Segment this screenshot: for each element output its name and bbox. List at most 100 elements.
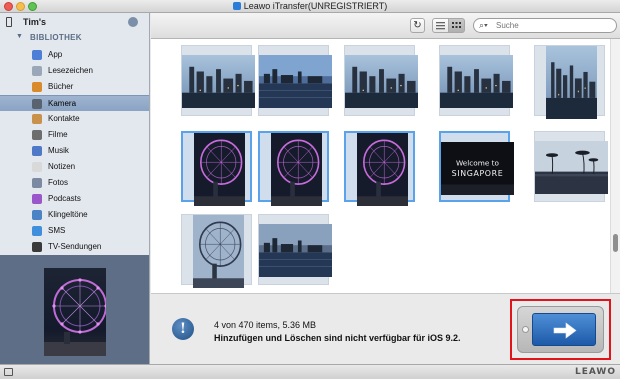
device-row[interactable]: Tim's [0,14,149,31]
grid-view-button[interactable] [448,18,465,33]
preview-pane [0,255,150,364]
library-section-label: BIBLIOTHEK [30,33,82,42]
sidebar-item-label: Notizen [48,162,76,171]
status-message: Hinzufügen und Löschen sind nicht verfüg… [214,333,461,343]
app-store-icon [32,50,42,60]
status-panel: ! 4 von 470 items, 5.36 MB Hinzufügen un… [151,293,620,364]
sidebar-item-tv[interactable]: TV-Sendungen [0,239,149,255]
refresh-icon: ↻ [413,20,422,31]
sidebar-item-film[interactable]: Filme [0,127,149,143]
sidebar-item-message[interactable]: SMS [0,223,149,239]
brand-logo: LEAWO [574,367,616,377]
photo-image [535,141,608,194]
sidebar-item-label: Kontakte [48,114,80,123]
sidebar-item-camera[interactable]: Kamera [0,95,149,111]
photo-image [546,46,597,119]
transfer-button[interactable] [532,313,596,346]
search-field[interactable]: ⌕▾ [473,18,617,33]
sidebar-item-music[interactable]: Musik [0,143,149,159]
refresh-button[interactable]: ↻ [410,18,425,33]
app-logo-icon [232,2,241,10]
photo-thumbnail[interactable] [258,45,332,116]
sidebar: Tim's ▼ BIBLIOTHEK App Lesezeichen Bücher K… [0,13,150,255]
sidebar-item-label: Fotos [48,178,69,187]
photo-image [194,133,245,206]
camera-icon [32,99,42,109]
library-section-header[interactable]: ▼ BIBLIOTHEK [0,31,149,45]
scrollbar-thumb[interactable] [613,234,618,252]
podcast-icon [32,194,42,204]
notes-icon [32,162,42,172]
eject-icon[interactable] [128,17,138,27]
photo-thumbnail[interactable] [344,45,418,116]
sidebar-item-book[interactable]: Bücher [0,79,149,95]
photo-image [182,55,255,108]
bookmark-icon [32,66,42,76]
grid-scrollbar[interactable] [610,39,620,293]
photo-image [259,224,332,277]
photo-image [357,133,408,206]
sidebar-item-label: Lesezeichen [48,66,93,75]
photo-grid: Welcome to SINGAPORE [151,39,610,293]
sidebar-item-label: Klingeltöne [48,210,88,219]
photo-image [440,55,513,108]
sidebar-item-label: TV-Sendungen [48,242,102,251]
photo-thumbnail[interactable] [181,131,252,206]
sidebar-item-ringtone[interactable]: Klingeltöne [0,207,149,223]
photo-thumbnail[interactable] [181,214,252,288]
sidebar-item-contacts[interactable]: Kontakte [0,111,149,127]
contacts-icon [32,114,42,124]
photo-thumbnail[interactable] [534,131,608,202]
sign-text-line2: SINGAPORE [452,169,504,178]
photo-image [193,215,244,288]
sidebar-item-podcast[interactable]: Podcasts [0,191,149,207]
photo-image [345,55,418,108]
photo-thumbnail[interactable] [344,131,415,206]
sidebar-item-label: Bücher [48,82,74,91]
close-window-button[interactable] [4,2,13,11]
photo-thumbnail[interactable] [534,45,605,119]
iphone-icon [6,17,12,27]
sidebar-item-label: Musik [48,146,69,155]
sidebar-item-bookmark[interactable]: Lesezeichen [0,63,149,79]
title-bar: Leawo iTransfer(UNREGISTRIERT) [0,0,620,13]
grid-view-icon [452,22,461,28]
photo-thumbnail[interactable] [181,45,255,116]
list-view-button[interactable] [432,18,449,33]
sidebar-item-label: App [48,50,63,59]
photo-image [259,55,332,108]
sidebar-item-label: Podcasts [48,194,81,203]
sidebar-item-notes[interactable]: Notizen [0,159,149,175]
photo-image: Welcome to SINGAPORE [441,142,514,195]
maximize-window-button[interactable] [28,2,37,11]
music-icon [32,146,42,156]
photo-thumbnail[interactable] [258,214,332,285]
photo-thumbnail[interactable] [258,131,329,206]
arrow-right-icon [553,322,577,339]
sign-text-line1: Welcome to [456,159,499,168]
list-view-icon [436,22,445,30]
photo-thumbnail[interactable]: Welcome to SINGAPORE [439,131,514,202]
sidebar-item-label: Kamera [48,99,77,108]
window-title: Leawo iTransfer(UNREGISTRIERT) [243,1,388,11]
sidebar-item-app-store[interactable]: App [0,47,149,63]
search-input[interactable] [496,20,608,31]
bottom-bar: LEAWO [0,364,620,379]
tv-icon [32,242,42,252]
film-icon [32,130,42,140]
photos-icon [32,178,42,188]
toggle-panel-icon[interactable] [4,368,13,376]
disclosure-triangle-icon[interactable]: ▼ [16,33,23,40]
minimize-window-button[interactable] [16,2,25,11]
sidebar-item-label: Filme [48,130,68,139]
transfer-highlight-frame [510,299,611,360]
info-icon: ! [172,318,194,340]
photo-thumbnail[interactable] [439,45,513,116]
book-icon [32,82,42,92]
sidebar-item-photos[interactable]: Fotos [0,175,149,191]
sidebar-item-label: SMS [48,226,66,235]
ringtone-icon [32,210,42,220]
photo-image [271,133,322,206]
preview-image [44,268,106,356]
transfer-panel [517,306,604,353]
